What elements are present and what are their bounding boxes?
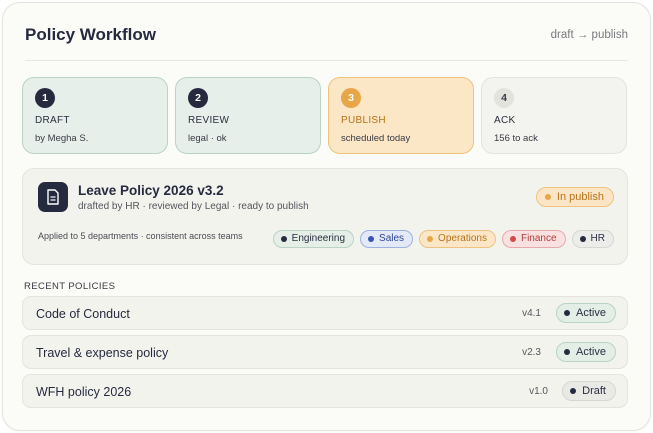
policy-row-name: Code of Conduct — [36, 307, 130, 321]
policy-row-version: v4.1 — [522, 308, 541, 319]
step-detail: 156 to ack — [494, 133, 538, 144]
status-dot — [570, 388, 577, 394]
tag-label: Engineering — [291, 233, 346, 244]
status-badge: In publish — [535, 187, 614, 207]
step-label: REVIEW — [188, 115, 230, 126]
step-label: DRAFT — [35, 115, 70, 126]
step-publish[interactable]: 3 PUBLISH scheduled today — [328, 77, 474, 154]
step-review[interactable]: 2 REVIEW legal · ok — [175, 77, 321, 154]
document-icon — [38, 182, 68, 212]
list-item[interactable]: WFH policy 2026 v1.0 Draft — [22, 374, 628, 408]
policy-name: Leave Policy 2026 v3.2 — [78, 183, 224, 198]
step-number: 1 — [35, 88, 55, 108]
page-title: Policy Workflow — [25, 25, 156, 44]
tag-label: Operations — [438, 233, 487, 244]
tag-hr[interactable]: HR — [571, 230, 614, 248]
tag-dot — [509, 236, 516, 242]
applied-summary: Applied to 5 departments · consistent ac… — [38, 231, 243, 241]
tag-sales[interactable]: Sales — [360, 230, 414, 248]
step-detail: legal · ok — [188, 133, 227, 144]
status-badge: Active — [556, 303, 616, 323]
status-label: Draft — [582, 385, 606, 397]
step-number: 2 — [188, 88, 208, 108]
tag-label: Sales — [379, 233, 405, 244]
step-detail: by Megha S. — [35, 133, 89, 144]
policy-meta: drafted by HR · reviewed by Legal · read… — [78, 201, 309, 212]
step-ack[interactable]: 4 ACK 156 to ack — [481, 77, 627, 154]
policy-row-version: v1.0 — [529, 386, 548, 397]
tag-label: HR — [590, 233, 605, 244]
policy-row-name: WFH policy 2026 — [36, 385, 132, 399]
list-item[interactable]: Travel & expense policy v2.3 Active — [22, 335, 628, 369]
step-draft[interactable]: 1 DRAFT by Megha S. — [22, 77, 168, 154]
step-label: ACK — [494, 115, 516, 126]
status-label: Active — [576, 307, 606, 319]
tag-dot — [368, 236, 375, 242]
status-label: In publish — [556, 191, 604, 203]
workflow-path: draft → publish — [550, 29, 628, 41]
tag-dot — [280, 236, 287, 242]
status-dot — [544, 194, 551, 200]
step-number: 3 — [341, 88, 361, 108]
workflow-steps: 1 DRAFT by Megha S. 2 REVIEW legal · ok … — [22, 77, 628, 154]
recent-policies-heading: RECENT POLICIES — [24, 281, 116, 292]
list-item[interactable]: Code of Conduct v4.1 Active — [22, 296, 628, 330]
status-badge: Draft — [562, 381, 616, 401]
card-header: Policy Workflow draft → publish — [25, 21, 628, 61]
step-label: PUBLISH — [341, 115, 386, 126]
tag-label: Finance — [520, 233, 557, 244]
tag-engineering[interactable]: Engineering — [272, 230, 355, 248]
tag-dot — [427, 236, 434, 242]
tag-dot — [579, 236, 586, 242]
step-number: 4 — [494, 88, 514, 108]
recent-policies-list: Code of Conduct v4.1 Active Travel & exp… — [22, 296, 628, 413]
current-policy-card[interactable]: Leave Policy 2026 v3.2 drafted by HR · r… — [22, 168, 628, 265]
status-dot — [564, 310, 571, 316]
tag-operations[interactable]: Operations — [419, 230, 496, 248]
status-label: Active — [576, 346, 606, 358]
status-badge: Active — [556, 342, 616, 362]
tag-finance[interactable]: Finance — [501, 230, 566, 248]
department-tags: Engineering Sales Operations Finance HR — [272, 230, 614, 248]
step-detail: scheduled today — [341, 133, 411, 144]
policy-row-version: v2.3 — [522, 347, 541, 358]
policy-row-name: Travel & expense policy — [36, 346, 169, 360]
status-dot — [564, 349, 571, 355]
